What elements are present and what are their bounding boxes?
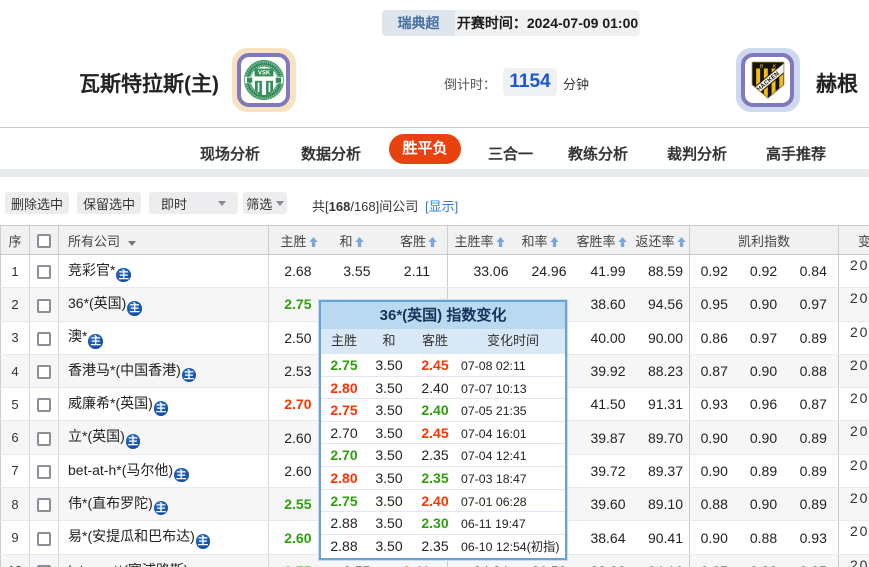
svg-text:VSK: VSK xyxy=(258,71,271,77)
